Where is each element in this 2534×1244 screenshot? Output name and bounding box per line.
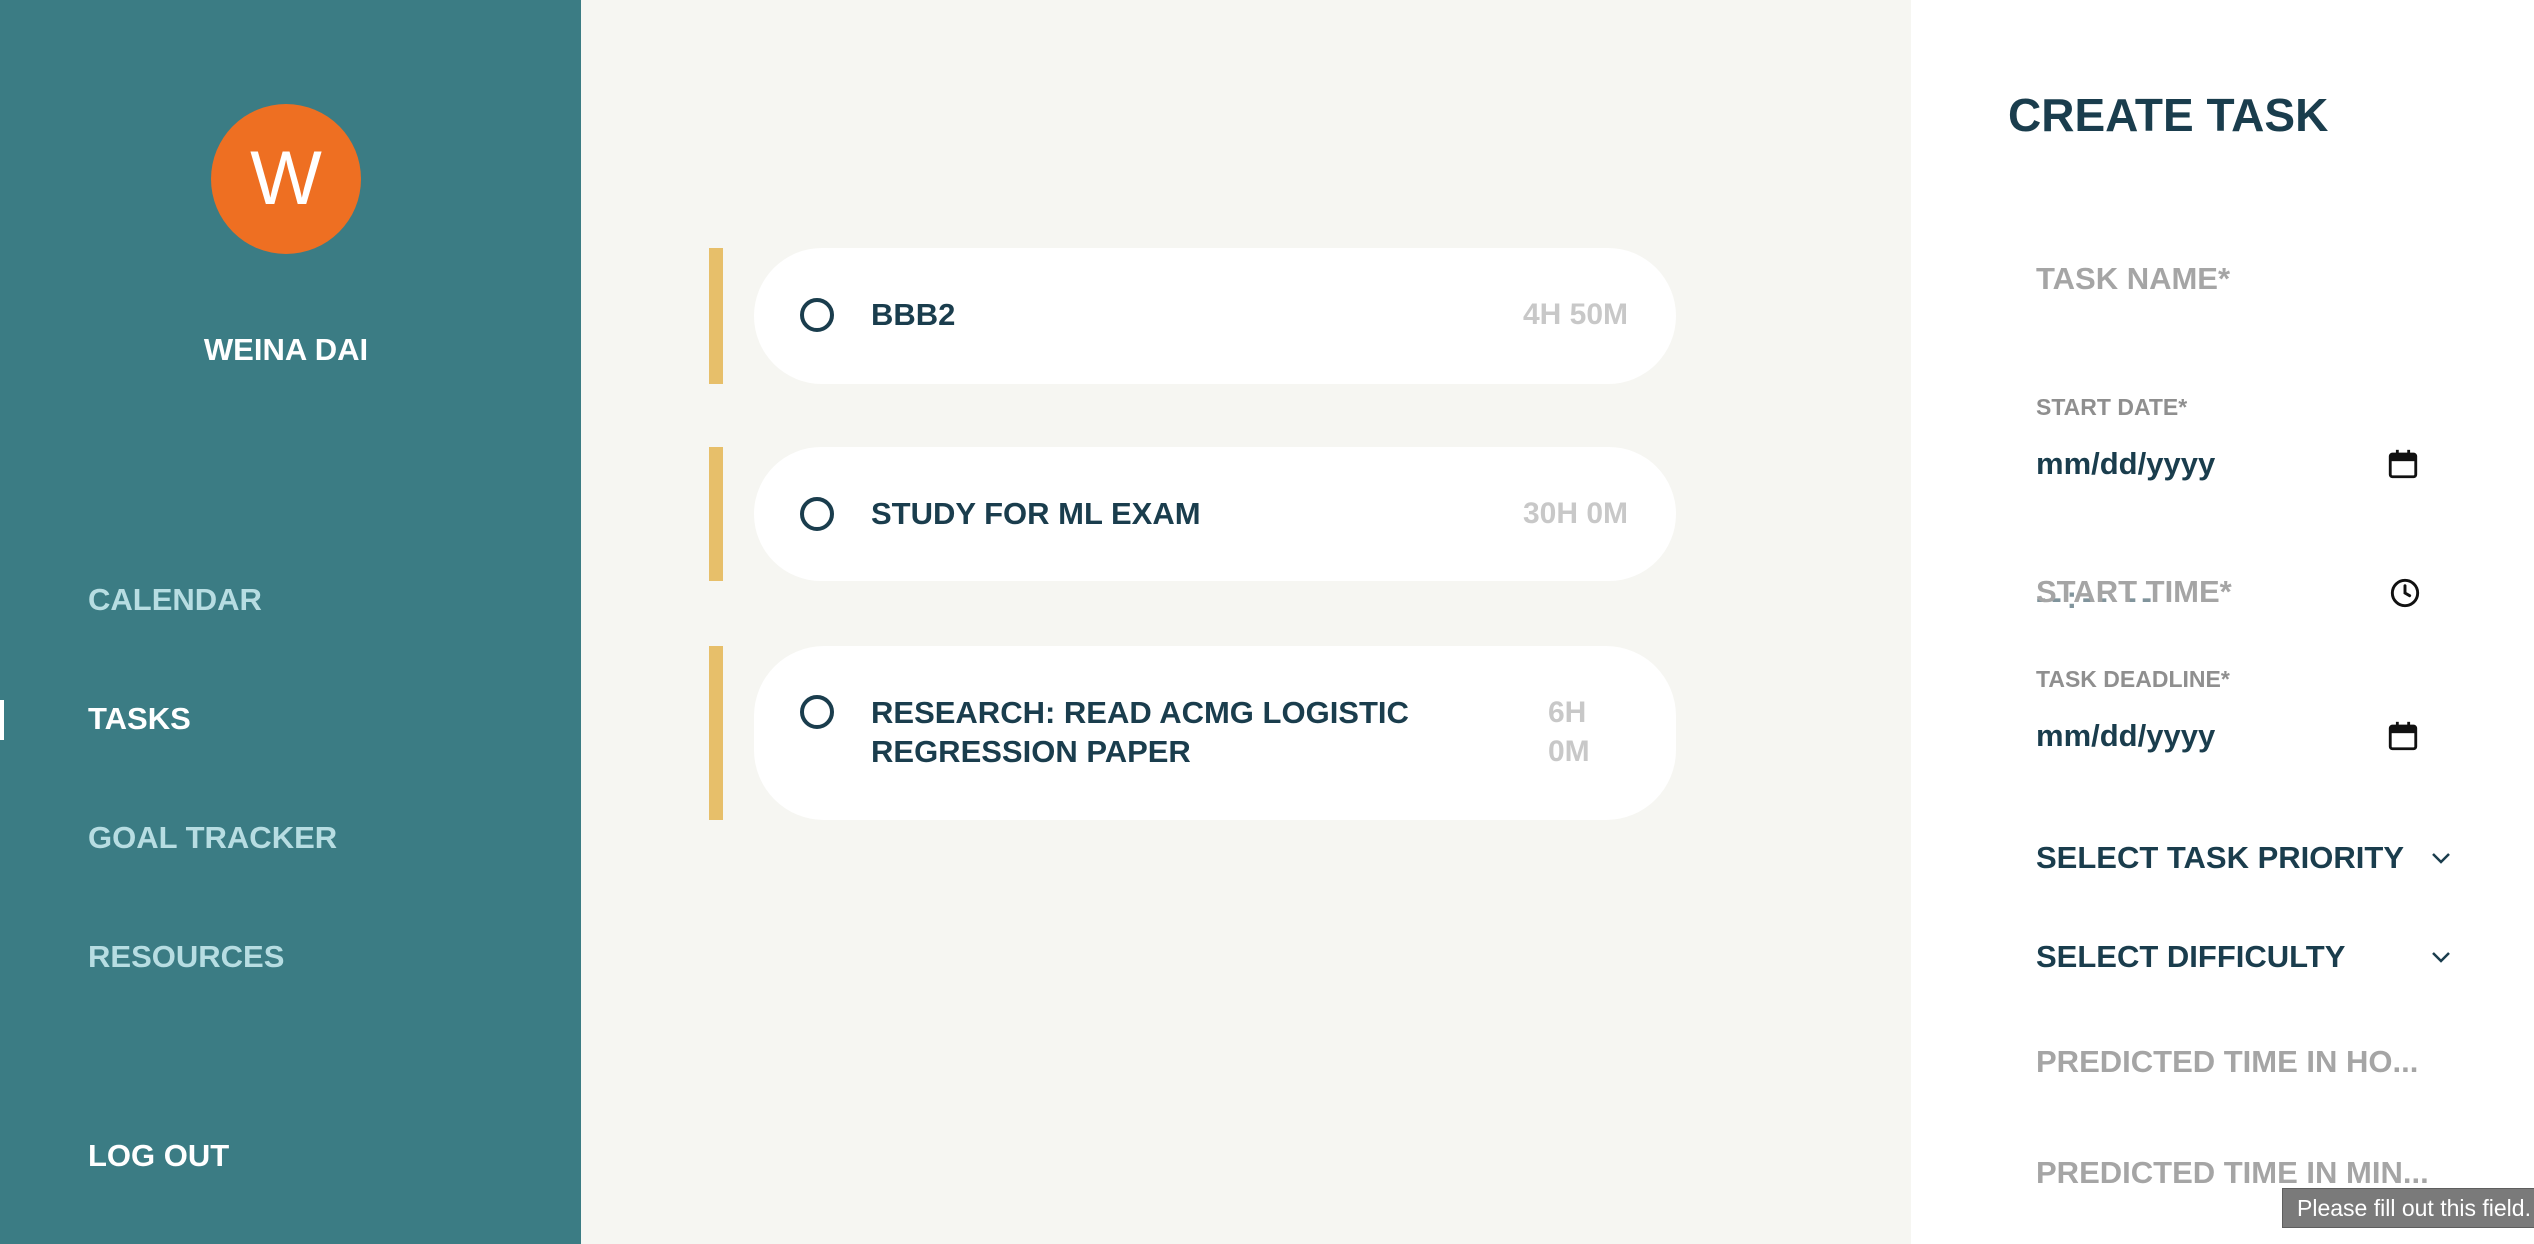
chevron-down-icon[interactable] <box>2430 851 2452 865</box>
logout-button[interactable]: LOG OUT <box>88 1138 229 1174</box>
chevron-down-icon[interactable] <box>2430 950 2452 964</box>
task-card[interactable]: BBB2 4H 50M <box>754 248 1676 384</box>
task-time: 30H 0M <box>1522 497 1628 530</box>
sidebar-item-tasks[interactable]: TASKS <box>88 701 191 737</box>
task-deadline-label: TASK DEADLINE* <box>2036 666 2230 692</box>
predicted-hours-input[interactable]: PREDICTED TIME IN HO... <box>2036 1044 2418 1080</box>
task-time: 4H 50M <box>1522 298 1628 331</box>
task-title: BBB2 <box>871 297 956 332</box>
task-accent-bar <box>709 646 723 820</box>
task-card[interactable]: RESEARCH: READ ACMG LOGISTIC REGRESSION … <box>754 646 1676 820</box>
sidebar-item-calendar[interactable]: CALENDAR <box>88 582 262 618</box>
start-time-input[interactable]: START TIME* <box>2036 574 2232 610</box>
task-priority-select[interactable]: SELECT TASK PRIORITY <box>2036 840 2404 876</box>
task-card[interactable]: STUDY FOR ML EXAM 30H 0M <box>754 447 1676 581</box>
active-nav-indicator <box>0 700 4 740</box>
calendar-icon[interactable] <box>2386 447 2420 481</box>
create-task-panel: CREATE TASK TASK NAME* START DATE* mm/dd… <box>1911 0 2534 1244</box>
task-time-line-2: 0M <box>1548 735 1590 768</box>
difficulty-select[interactable]: SELECT DIFFICULTY <box>2036 939 2345 975</box>
validation-tooltip: Please fill out this field. <box>2282 1188 2534 1228</box>
task-time-line-1: 6H <box>1548 696 1587 729</box>
task-accent-bar <box>709 447 723 581</box>
task-deadline-input[interactable]: mm/dd/yyyy <box>2036 718 2215 754</box>
clock-icon[interactable] <box>2389 577 2421 609</box>
panel-title: CREATE TASK <box>2008 89 2329 141</box>
task-complete-radio[interactable] <box>800 298 834 332</box>
sidebar: W WEINA DAI CALENDAR TASKS GOAL TRACKER … <box>0 0 581 1244</box>
user-name: WEINA DAI <box>203 332 369 367</box>
sidebar-item-resources[interactable]: RESOURCES <box>88 939 284 975</box>
sidebar-item-goal-tracker[interactable]: GOAL TRACKER <box>88 820 337 856</box>
start-date-input[interactable]: mm/dd/yyyy <box>2036 446 2215 482</box>
task-accent-bar <box>709 248 723 384</box>
calendar-icon[interactable] <box>2386 719 2420 753</box>
avatar[interactable]: W <box>211 104 361 254</box>
task-complete-radio[interactable] <box>800 695 834 729</box>
start-date-label: START DATE* <box>2036 394 2188 420</box>
task-name-input[interactable]: TASK NAME* <box>2036 261 2230 297</box>
task-complete-radio[interactable] <box>800 497 834 531</box>
task-title-line-1: RESEARCH: READ ACMG LOGISTIC <box>871 695 1409 730</box>
task-title-line-2: REGRESSION PAPER <box>871 734 1191 769</box>
task-title: STUDY FOR ML EXAM <box>871 496 1201 531</box>
predicted-minutes-input[interactable]: PREDICTED TIME IN MIN... <box>2036 1155 2429 1191</box>
